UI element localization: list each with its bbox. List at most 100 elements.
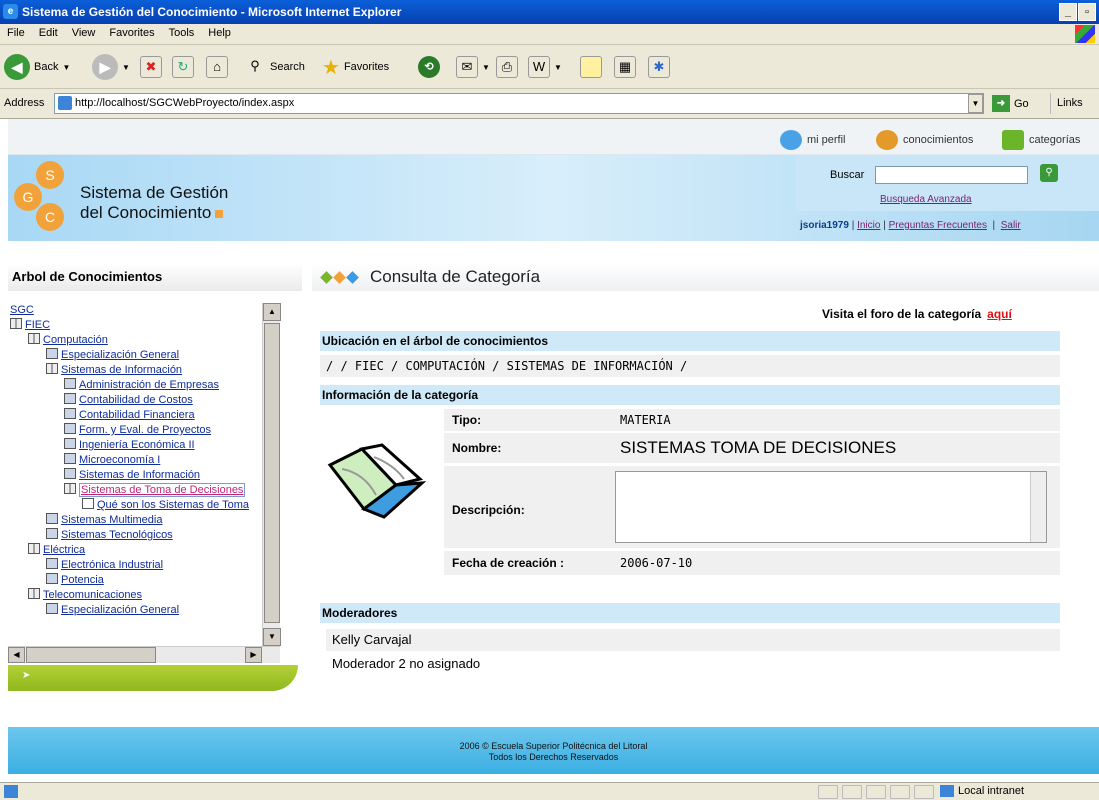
- knowledge-tree-panel: Arbol de Conocimientos SGC FIEC Computació…: [8, 263, 302, 691]
- tree-node-link[interactable]: Contabilidad de Costos: [79, 394, 193, 406]
- search-submit-button[interactable]: ⚲: [1040, 164, 1058, 182]
- tree-node-link[interactable]: Form. y Eval. de Proyectos: [79, 424, 211, 436]
- menu-edit[interactable]: Edit: [32, 24, 65, 42]
- node-wrapper: Ingeniería Económica II: [79, 439, 195, 451]
- page-icon[interactable]: [46, 348, 58, 359]
- page-icon[interactable]: [46, 558, 58, 569]
- page-icon[interactable]: [64, 393, 76, 404]
- collapse-arrow-icon[interactable]: ➤: [22, 670, 30, 681]
- textarea-scrollbar[interactable]: [1030, 472, 1046, 542]
- page-icon[interactable]: [64, 423, 76, 434]
- minimize-button[interactable]: _: [1059, 3, 1077, 21]
- edit-button[interactable]: W ▼: [528, 51, 562, 83]
- tree-node-link[interactable]: Sistemas Multimedia: [61, 514, 162, 526]
- stop-button[interactable]: ✖: [140, 51, 162, 83]
- scroll-down-icon[interactable]: ▼: [263, 628, 281, 646]
- document-icon[interactable]: [82, 498, 94, 509]
- forward-button[interactable]: ▶ ▼: [92, 51, 130, 83]
- tree-node-link[interactable]: Qué son los Sistemas de Toma: [97, 499, 249, 511]
- search-button[interactable]: ⚲ Search: [244, 51, 305, 83]
- maximize-button[interactable]: ▫: [1078, 3, 1096, 21]
- page-icon[interactable]: [64, 408, 76, 419]
- scroll-thumb[interactable]: [264, 323, 280, 623]
- tree-node-link[interactable]: SGC: [10, 304, 34, 316]
- favorites-button[interactable]: ★ Favorites: [322, 51, 389, 83]
- tree-node-link[interactable]: Computación: [43, 334, 108, 346]
- page-icon[interactable]: [64, 438, 76, 449]
- advanced-search-link[interactable]: Busqueda Avanzada: [880, 194, 972, 205]
- tree-node-link[interactable]: Administración de Empresas: [79, 379, 219, 391]
- page-icon[interactable]: [46, 603, 58, 614]
- page-icon[interactable]: [46, 573, 58, 584]
- tree-node-link[interactable]: Potencia: [61, 574, 104, 586]
- brand-line1: Sistema de Gestión: [80, 183, 229, 202]
- go-label: Go: [1014, 97, 1029, 110]
- mail-button[interactable]: ✉ ▼: [456, 51, 490, 83]
- forum-link[interactable]: aquí: [987, 307, 1012, 321]
- tree-node-link[interactable]: Sistemas de Información: [79, 469, 200, 481]
- address-dropdown-icon[interactable]: ▼: [968, 94, 983, 113]
- menu-favorites[interactable]: Favorites: [102, 24, 161, 42]
- book-icon[interactable]: [28, 588, 40, 599]
- tree-node-link[interactable]: FIEC: [25, 319, 50, 331]
- descripcion-textarea[interactable]: [615, 471, 1047, 543]
- page-icon[interactable]: [64, 453, 76, 464]
- tree-node-link[interactable]: Microeconomía I: [79, 454, 160, 466]
- links-button[interactable]: Links: [1050, 93, 1089, 114]
- inicio-link[interactable]: Inicio: [857, 220, 880, 231]
- home-button[interactable]: ⌂: [206, 51, 228, 83]
- tree-node-link[interactable]: Especialización General: [61, 604, 179, 616]
- refresh-button[interactable]: ↻: [172, 51, 194, 83]
- tree-vertical-scrollbar[interactable]: ▲ ▼: [262, 303, 281, 646]
- hscroll-thumb[interactable]: [26, 647, 156, 663]
- menu-bar: File Edit View Favorites Tools Help: [0, 24, 1099, 45]
- nav-mi-perfil[interactable]: mi perfil: [780, 128, 846, 152]
- tree-node-link[interactable]: Sistemas Tecnológicos: [61, 529, 173, 541]
- book-icon[interactable]: [64, 483, 76, 494]
- nav-categorias[interactable]: categorías: [1002, 128, 1080, 152]
- tree-node-link[interactable]: Sistemas de Toma de Decisiones: [81, 484, 243, 496]
- page-icon[interactable]: [46, 513, 58, 524]
- book-icon[interactable]: [10, 318, 22, 329]
- nav-conocimientos[interactable]: conocimientos: [876, 128, 973, 152]
- book-icon[interactable]: [28, 543, 40, 554]
- search-input[interactable]: [875, 166, 1028, 184]
- research-button[interactable]: ▦: [614, 51, 636, 83]
- tree-node-link[interactable]: Electrónica Industrial: [61, 559, 163, 571]
- tree-node-link[interactable]: Eléctrica: [43, 544, 85, 556]
- history-button[interactable]: ⟲: [418, 51, 440, 83]
- page-title-text: Consulta de Categoría: [370, 267, 541, 286]
- discuss-button[interactable]: [580, 51, 602, 83]
- scroll-right-icon[interactable]: ▶: [245, 647, 262, 663]
- intranet-icon: [940, 785, 954, 797]
- address-input[interactable]: http://localhost/SGCWebProyecto/index.as…: [54, 93, 984, 114]
- scroll-left-icon[interactable]: ◀: [8, 647, 25, 663]
- tree-node-link[interactable]: Ingeniería Económica II: [79, 439, 195, 451]
- book-icon[interactable]: [46, 363, 58, 374]
- tree-node: Electrónica Industrial: [8, 558, 282, 573]
- menu-view[interactable]: View: [65, 24, 103, 42]
- diamond-icon: [346, 271, 359, 284]
- faq-link[interactable]: Preguntas Frecuentes: [889, 220, 987, 231]
- nav-mi-perfil-label: mi perfil: [807, 134, 846, 146]
- menu-help[interactable]: Help: [201, 24, 238, 42]
- tree-node-link[interactable]: Especialización General: [61, 349, 179, 361]
- page-icon[interactable]: [64, 468, 76, 479]
- tree-node-link[interactable]: Telecomunicaciones: [43, 589, 142, 601]
- salir-link[interactable]: Salir: [1001, 220, 1021, 231]
- go-button[interactable]: ➜ Go: [992, 95, 1029, 112]
- menu-tools[interactable]: Tools: [162, 24, 202, 42]
- tree-node-link[interactable]: Contabilidad Financiera: [79, 409, 195, 421]
- page-icon[interactable]: [64, 378, 76, 389]
- messenger-button[interactable]: ✱: [648, 51, 670, 83]
- forum-text: Visita el foro de la categoría: [822, 307, 982, 321]
- scroll-up-icon[interactable]: ▲: [263, 303, 281, 321]
- menu-file[interactable]: File: [0, 24, 32, 42]
- tree-horizontal-scrollbar[interactable]: ◀ ▶: [8, 646, 280, 663]
- page-icon[interactable]: [46, 528, 58, 539]
- tree-node-link[interactable]: Sistemas de Información: [61, 364, 182, 376]
- back-button[interactable]: ◀ Back ▼: [4, 51, 70, 83]
- book-icon[interactable]: [28, 333, 40, 344]
- print-icon: ⎙: [496, 56, 518, 78]
- print-button[interactable]: ⎙: [496, 51, 518, 83]
